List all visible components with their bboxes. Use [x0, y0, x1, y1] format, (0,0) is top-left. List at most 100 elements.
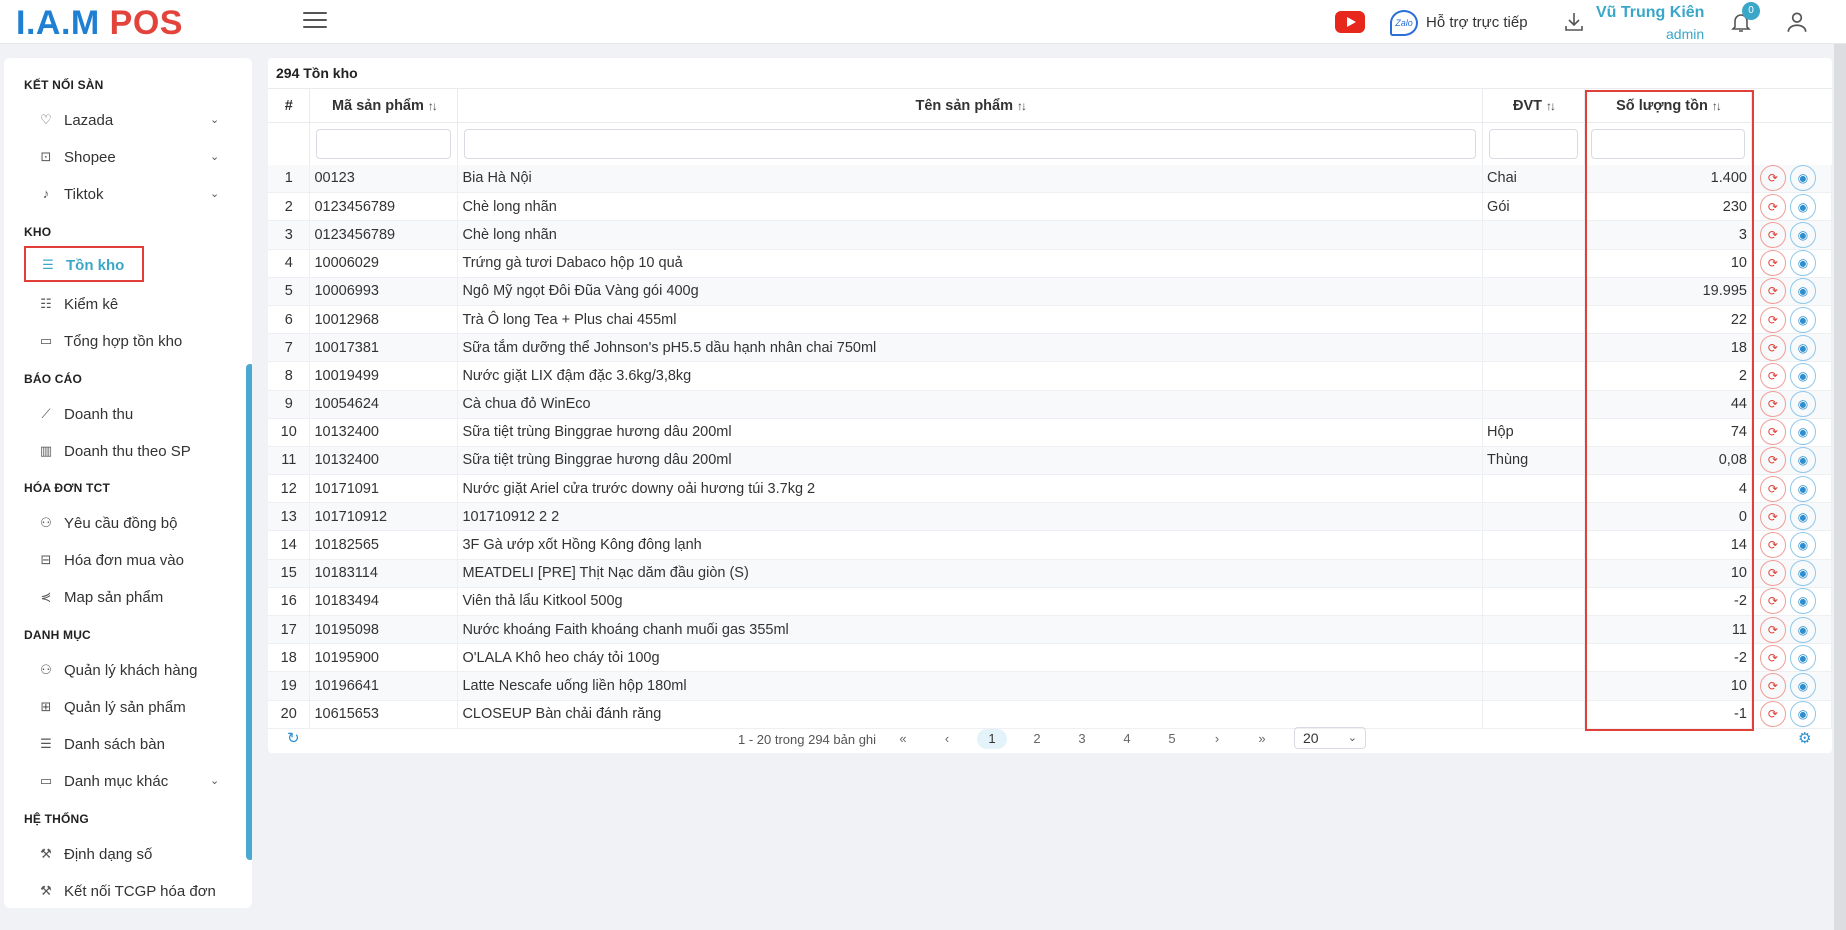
sidebar-item-map-san-pham[interactable]: ⋞ Map sản phẩm: [38, 584, 164, 610]
eye-icon[interactable]: ◉: [1789, 193, 1816, 220]
first-page-button[interactable]: «: [888, 729, 918, 749]
sidebar-item-doanh-thu[interactable]: ⟋ Doanh thu: [38, 401, 133, 427]
sidebar-item-kiem-ke[interactable]: ☷ Kiểm kê: [38, 291, 118, 317]
eye-icon[interactable]: ◉: [1789, 334, 1816, 361]
col-header-unit[interactable]: ĐVT ↑↓: [1482, 88, 1586, 123]
filter-name-input[interactable]: [464, 128, 1477, 159]
sidebar-item-danh-sach-ban[interactable]: ☰ Danh sách bàn: [38, 731, 165, 757]
sidebar-item-tong-hop-ton-kho[interactable]: ▭ Tổng hợp tồn kho: [38, 328, 182, 354]
user-name[interactable]: Vũ Trung Kiên: [1596, 4, 1704, 22]
chevron-down-icon[interactable]: ⌄: [210, 150, 219, 163]
sidebar-item-lazada[interactable]: ♡ Lazada: [38, 107, 113, 133]
eye-icon[interactable]: ◉: [1789, 672, 1816, 699]
page-size-select[interactable]: 20 ⌄: [1294, 727, 1366, 749]
eye-icon[interactable]: ◉: [1789, 306, 1816, 333]
eye-icon[interactable]: ◉: [1789, 165, 1816, 192]
sidebar-item-quan-ly-san-pham[interactable]: ⊞ Quản lý sản phẩm: [38, 694, 186, 720]
sync-icon[interactable]: ⟳: [1759, 221, 1786, 248]
sync-icon[interactable]: ⟳: [1759, 419, 1786, 446]
product-code: 0123456789: [309, 220, 459, 250]
zalo-icon[interactable]: Zalo: [1390, 10, 1418, 36]
sync-icon[interactable]: ⟳: [1759, 588, 1786, 615]
page-3-button[interactable]: 3: [1067, 729, 1097, 749]
eye-icon[interactable]: ◉: [1789, 532, 1816, 559]
next-page-button[interactable]: ›: [1202, 729, 1232, 749]
sync-icon[interactable]: ⟳: [1759, 503, 1786, 530]
chevron-down-icon[interactable]: ⌄: [210, 774, 219, 787]
sync-icon[interactable]: ⟳: [1759, 560, 1786, 587]
sidebar-item-yeu-cau-dong-bo[interactable]: ⚇ Yêu cầu đồng bộ: [38, 510, 177, 536]
sort-icon[interactable]: ↑↓: [1546, 99, 1556, 113]
app-logo[interactable]: I.A.M POS: [16, 4, 183, 43]
sync-icon[interactable]: ⟳: [1759, 193, 1786, 220]
sidebar-item-doanh-thu-theo-sp[interactable]: ▥ Doanh thu theo SP: [38, 438, 191, 464]
eye-icon[interactable]: ◉: [1789, 503, 1816, 530]
eye-icon[interactable]: ◉: [1789, 588, 1816, 615]
filter-code-input[interactable]: [316, 128, 452, 159]
filter-unit-input[interactable]: [1489, 128, 1579, 159]
eye-icon[interactable]: ◉: [1789, 362, 1816, 389]
sync-icon[interactable]: ⟳: [1759, 701, 1786, 728]
sync-icon[interactable]: ⟳: [1759, 334, 1786, 361]
page-5-button[interactable]: 5: [1157, 729, 1187, 749]
sidebar-item-label: Doanh thu theo SP: [64, 442, 191, 460]
eye-icon[interactable]: ◉: [1789, 644, 1816, 671]
sync-icon[interactable]: ⟳: [1759, 306, 1786, 333]
section-danh-muc: DANH MỤC: [24, 628, 91, 642]
sync-icon[interactable]: ⟳: [1759, 644, 1786, 671]
chevron-down-icon[interactable]: ⌄: [210, 187, 219, 200]
sync-icon[interactable]: ⟳: [1759, 475, 1786, 502]
page-1-button[interactable]: 1: [977, 729, 1007, 749]
sort-icon[interactable]: ↑↓: [1017, 99, 1027, 113]
sidebar-scrollbar[interactable]: [246, 364, 252, 860]
eye-icon[interactable]: ◉: [1789, 250, 1816, 277]
eye-icon[interactable]: ◉: [1789, 391, 1816, 418]
page-title: 294 Tồn kho: [276, 65, 358, 81]
gear-icon[interactable]: ⚙: [1798, 729, 1811, 747]
sync-icon[interactable]: ⟳: [1759, 362, 1786, 389]
sidebar-item-dinh-dang-so[interactable]: ⚒ Định dạng số: [38, 841, 152, 867]
eye-icon[interactable]: ◉: [1789, 221, 1816, 248]
user-avatar-icon[interactable]: [1784, 9, 1810, 35]
col-header-code[interactable]: Mã sản phẩm ↑↓: [309, 88, 459, 123]
product-code: 10171091: [309, 474, 459, 504]
sidebar-item-ket-noi-tcgp[interactable]: ⚒ Kết nối TCGP hóa đơn: [38, 878, 216, 904]
page-2-button[interactable]: 2: [1022, 729, 1052, 749]
download-icon[interactable]: [1562, 10, 1586, 34]
prev-page-button[interactable]: ‹: [932, 729, 962, 749]
sidebar-item-tiktok[interactable]: ♪ Tiktok: [38, 181, 104, 207]
row-actions: ⟳ ◉: [1751, 192, 1833, 222]
sync-icon[interactable]: ⟳: [1759, 532, 1786, 559]
sidebar-item-quan-ly-khach-hang[interactable]: ⚇ Quản lý khách hàng: [38, 657, 197, 683]
youtube-icon[interactable]: [1335, 11, 1365, 33]
refresh-icon[interactable]: ↻: [287, 729, 300, 747]
sidebar-item-shopee[interactable]: ⊡ Shopee: [38, 144, 116, 170]
eye-icon[interactable]: ◉: [1789, 560, 1816, 587]
eye-icon[interactable]: ◉: [1789, 616, 1816, 643]
eye-icon[interactable]: ◉: [1789, 701, 1816, 728]
sync-icon[interactable]: ⟳: [1759, 165, 1786, 192]
last-page-button[interactable]: »: [1247, 729, 1277, 749]
eye-icon[interactable]: ◉: [1789, 447, 1816, 474]
eye-icon[interactable]: ◉: [1789, 475, 1816, 502]
support-link[interactable]: Hỗ trợ trực tiếp: [1426, 14, 1528, 31]
page-4-button[interactable]: 4: [1112, 729, 1142, 749]
sidebar-item-danh-muc-khac[interactable]: ▭ Danh mục khác: [38, 768, 168, 794]
sync-icon[interactable]: ⟳: [1759, 278, 1786, 305]
sidebar-item-label: Quản lý khách hàng: [64, 661, 198, 679]
product-name: Nước khoáng Faith khoáng chanh muối gas …: [457, 615, 1484, 645]
col-header-name[interactable]: Tên sản phẩm ↑↓: [457, 88, 1484, 123]
eye-icon[interactable]: ◉: [1789, 419, 1816, 446]
sync-icon[interactable]: ⟳: [1759, 250, 1786, 277]
chevron-down-icon[interactable]: ⌄: [210, 113, 219, 126]
sidebar-item-hoa-don-mua-vao[interactable]: ⊟ Hóa đơn mua vào: [38, 547, 184, 573]
sync-icon[interactable]: ⟳: [1759, 391, 1786, 418]
sync-icon[interactable]: ⟳: [1759, 447, 1786, 474]
menu-toggle-icon[interactable]: [303, 12, 327, 32]
sync-icon[interactable]: ⟳: [1759, 672, 1786, 699]
sync-icon[interactable]: ⟳: [1759, 616, 1786, 643]
row-actions: ⟳ ◉: [1751, 530, 1833, 560]
sort-icon[interactable]: ↑↓: [428, 99, 438, 113]
eye-icon[interactable]: ◉: [1789, 278, 1816, 305]
sidebar-item-label: Quản lý sản phẩm: [64, 698, 186, 716]
